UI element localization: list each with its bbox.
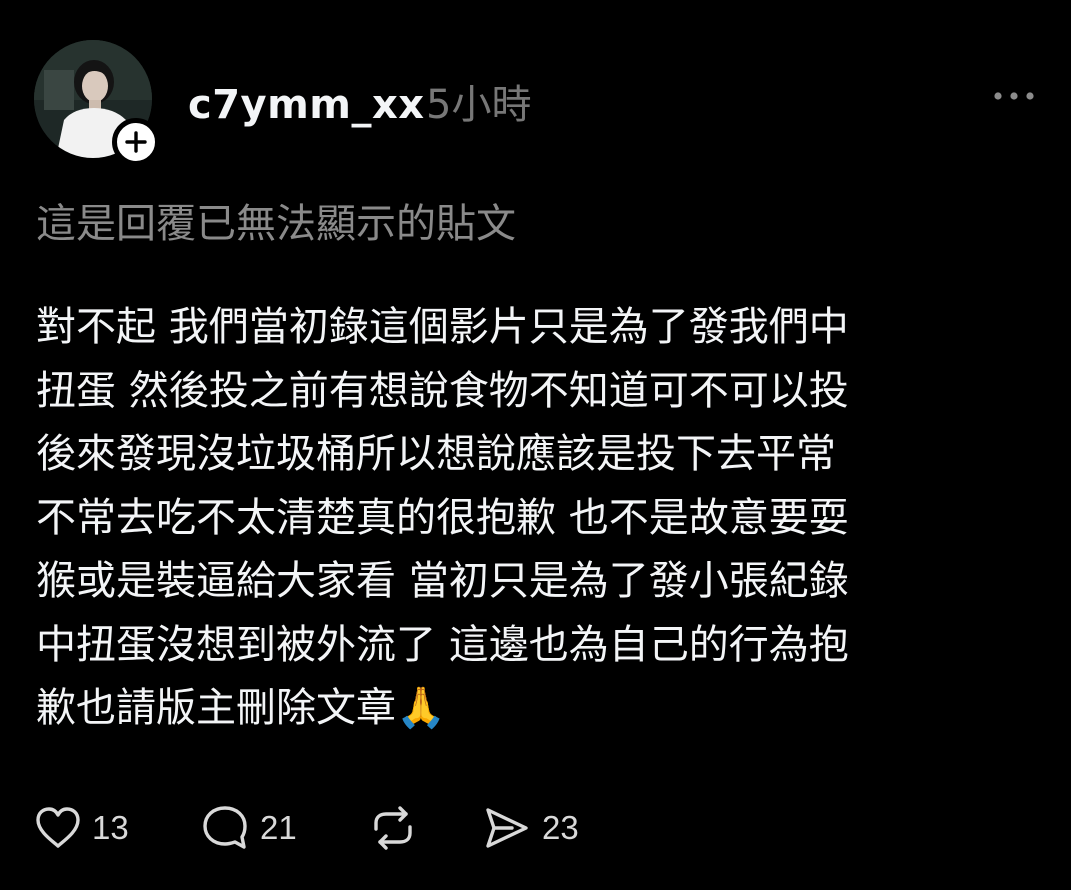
- reply-count: 21: [260, 809, 297, 846]
- post-body-line: 不常去吃不太清楚真的很抱歉 也不是故意要耍: [36, 494, 849, 541]
- post-body-line: 中扭蛋沒想到被外流了 這邊也為自己的行為抱: [36, 621, 849, 668]
- heart-icon: [36, 807, 80, 848]
- post-body-line: 扭蛋 然後投之前有想說食物不知道可不可以投: [36, 367, 849, 414]
- post-body-line: 歉也請版主刪除文章🙏: [36, 685, 446, 731]
- plus-icon: [125, 131, 147, 153]
- share-count: 23: [542, 809, 579, 846]
- like-count: 13: [92, 809, 129, 846]
- repost-icon: [374, 806, 412, 850]
- thread-post: c7ymm_xx 5小時 這是回覆已無法顯示的貼文 對不起 我們當初錄這個影片只…: [0, 0, 1071, 890]
- send-icon: [486, 808, 528, 848]
- reply-button[interactable]: 21: [200, 800, 297, 856]
- post-actions-bar: 13 21 23: [34, 800, 734, 856]
- share-button[interactable]: 23: [482, 800, 579, 856]
- post-body: 對不起 我們當初錄這個影片只是為了發我們中 扭蛋 然後投之前有想說食物不知道可不…: [36, 296, 1036, 741]
- post-body-line: 後來發現沒垃圾桶所以想說應該是投下去平常: [36, 431, 836, 477]
- more-horizontal-icon: [994, 92, 1034, 100]
- follow-button[interactable]: [112, 118, 160, 166]
- repost-button[interactable]: [368, 800, 418, 856]
- avatar-container: [34, 40, 160, 166]
- post-body-line: 對不起 我們當初錄這個影片只是為了發我們中: [36, 304, 849, 350]
- post-body-line: 猴或是裝逼給大家看 當初只是為了發小張紀錄: [36, 558, 849, 604]
- unavailable-reply-notice[interactable]: 這是回覆已無法顯示的貼文: [36, 196, 516, 252]
- like-button[interactable]: 13: [34, 800, 129, 856]
- comment-bubble-icon: [203, 806, 247, 849]
- more-options-button[interactable]: [986, 76, 1042, 116]
- post-timestamp: 5小時: [426, 82, 532, 128]
- username-link[interactable]: c7ymm_xx: [188, 80, 425, 130]
